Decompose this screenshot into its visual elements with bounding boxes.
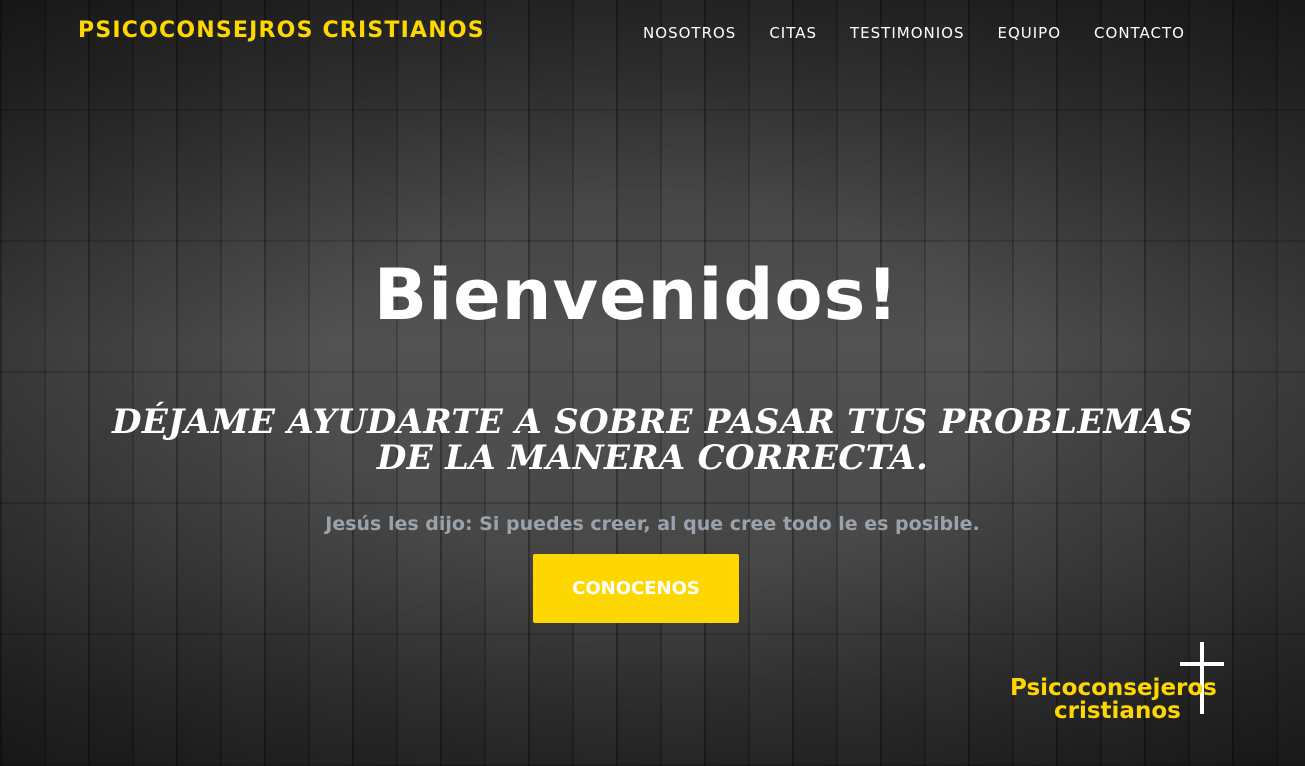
logo-line-2: cristianos <box>1054 698 1181 724</box>
footer-logo: Psicoconsejeros cristianos <box>1008 640 1243 730</box>
hero-verse: Jesús les dijo: Si puedes creer, al que … <box>325 513 980 535</box>
hero-section: Bienvenidos! DÉJAME AYUDARTE A SOBRE PAS… <box>0 250 1305 536</box>
nav-item-contacto[interactable]: CONTACTO <box>1094 24 1185 42</box>
hero-title: Bienvenidos! <box>373 254 900 336</box>
nav-item-citas[interactable]: CITAS <box>769 24 817 42</box>
conocenos-button[interactable]: CONOCENOS <box>533 554 739 623</box>
main-nav: NOSOTROS CITAS TESTIMONIOS EQUIPO CONTAC… <box>643 24 1185 42</box>
top-navigation-bar: PSICOCONSEJROS CRISTIANOS NOSOTROS CITAS… <box>0 0 1305 66</box>
nav-item-equipo[interactable]: EQUIPO <box>998 24 1062 42</box>
brand-link[interactable]: PSICOCONSEJROS CRISTIANOS <box>78 18 485 43</box>
nav-item-nosotros[interactable]: NOSOTROS <box>643 24 736 42</box>
nav-item-testimonios[interactable]: TESTIMONIOS <box>850 24 964 42</box>
hero-subtitle: DÉJAME AYUDARTE A SOBRE PASAR TUS PROBLE… <box>112 402 1193 478</box>
